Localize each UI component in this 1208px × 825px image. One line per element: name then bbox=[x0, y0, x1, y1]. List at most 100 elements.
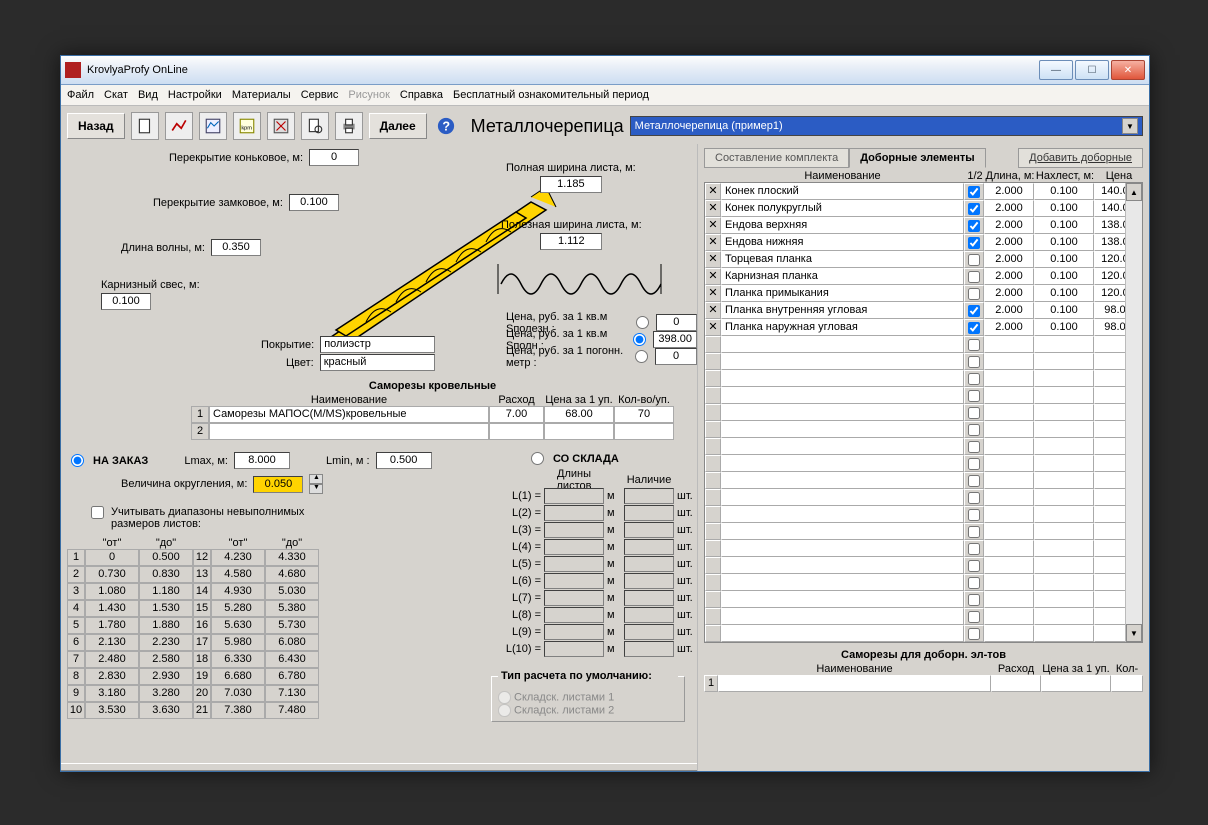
delete-row-icon[interactable]: ✕ bbox=[705, 268, 721, 285]
samorez-price[interactable] bbox=[544, 423, 614, 440]
stock-qty-field[interactable] bbox=[624, 590, 674, 606]
addon-over[interactable]: 0.100 bbox=[1034, 183, 1094, 200]
addon-half-check[interactable] bbox=[964, 200, 984, 217]
stock-qty-field[interactable] bbox=[624, 607, 674, 623]
kpm-icon[interactable]: kpm bbox=[233, 112, 261, 140]
addon-len[interactable]: 2.000 bbox=[984, 200, 1034, 217]
samorez-qty[interactable] bbox=[614, 423, 674, 440]
ridge-overlap-field[interactable]: 0 bbox=[309, 149, 359, 166]
stock-len-field[interactable] bbox=[544, 488, 604, 504]
addon-over[interactable]: 0.100 bbox=[1034, 319, 1094, 336]
addon-name[interactable]: Конек полукруглый bbox=[721, 200, 964, 217]
addon-half-check[interactable] bbox=[964, 285, 984, 302]
menu-materials[interactable]: Материалы bbox=[232, 89, 291, 101]
price-useful-field[interactable]: 0 bbox=[656, 314, 697, 331]
addon-half-check[interactable] bbox=[964, 183, 984, 200]
addon-half-check[interactable] bbox=[964, 268, 984, 285]
stock-qty-field[interactable] bbox=[624, 505, 674, 521]
addon-half-check[interactable] bbox=[964, 302, 984, 319]
addon-name[interactable]: Ендова нижняя bbox=[721, 234, 964, 251]
price-full-field[interactable]: 398.00 bbox=[653, 331, 697, 348]
addon-len[interactable]: 2.000 bbox=[984, 217, 1034, 234]
chart-icon[interactable] bbox=[165, 112, 193, 140]
preview-icon[interactable] bbox=[301, 112, 329, 140]
color-field[interactable]: красный bbox=[320, 354, 435, 371]
delete-row-icon[interactable]: ✕ bbox=[705, 319, 721, 336]
chevron-down-icon[interactable]: ▼ bbox=[1122, 118, 1138, 134]
menu-trial[interactable]: Бесплатный ознакомительный период bbox=[453, 89, 649, 101]
stock-radio[interactable] bbox=[531, 452, 544, 465]
back-button[interactable]: Назад bbox=[67, 113, 125, 139]
addon-len[interactable]: 2.000 bbox=[984, 234, 1034, 251]
useful-width-field[interactable]: 1.112 bbox=[540, 233, 602, 250]
price-useful-radio[interactable] bbox=[636, 316, 649, 329]
addon-len[interactable]: 2.000 bbox=[984, 183, 1034, 200]
addon-name[interactable]: Планка примыкания bbox=[721, 285, 964, 302]
round-spinner[interactable]: ▲▼ bbox=[309, 474, 323, 494]
stock-len-field[interactable] bbox=[544, 539, 604, 555]
addon-over[interactable]: 0.100 bbox=[1034, 285, 1094, 302]
menu-file[interactable]: Файл bbox=[67, 89, 94, 101]
addon-over[interactable]: 0.100 bbox=[1034, 251, 1094, 268]
menu-view[interactable]: Вид bbox=[138, 89, 158, 101]
stock-qty-field[interactable] bbox=[624, 641, 674, 657]
addon-over[interactable]: 0.100 bbox=[1034, 234, 1094, 251]
order-radio[interactable] bbox=[71, 454, 84, 467]
lmax-field[interactable]: 8.000 bbox=[234, 452, 290, 469]
addon-over[interactable]: 0.100 bbox=[1034, 302, 1094, 319]
addon-half-check[interactable] bbox=[964, 251, 984, 268]
eave-field[interactable]: 0.100 bbox=[101, 293, 151, 310]
menu-help[interactable]: Справка bbox=[400, 89, 443, 101]
tab-kit[interactable]: Составление комплекта bbox=[704, 148, 849, 168]
samorez-price[interactable]: 68.00 bbox=[544, 406, 614, 423]
close-button[interactable]: ✕ bbox=[1111, 60, 1145, 80]
price-linear-radio[interactable] bbox=[635, 350, 648, 363]
new-icon[interactable] bbox=[131, 112, 159, 140]
addon-name[interactable]: Ендова верхняя bbox=[721, 217, 964, 234]
stock-len-field[interactable] bbox=[544, 505, 604, 521]
help-icon[interactable]: ? bbox=[433, 113, 459, 139]
samorez-rate[interactable] bbox=[489, 423, 544, 440]
samorez-qty[interactable]: 70 bbox=[614, 406, 674, 423]
delete-row-icon[interactable]: ✕ bbox=[705, 200, 721, 217]
stock-len-field[interactable] bbox=[544, 522, 604, 538]
print-icon[interactable] bbox=[335, 112, 363, 140]
delete-row-icon[interactable]: ✕ bbox=[705, 183, 721, 200]
samorez-name[interactable]: Саморезы МАПОС(M/MS)кровельные bbox=[209, 406, 489, 423]
stock-len-field[interactable] bbox=[544, 556, 604, 572]
addon-name[interactable]: Торцевая планка bbox=[721, 251, 964, 268]
samorez-name[interactable] bbox=[209, 423, 489, 440]
addon-len[interactable]: 2.000 bbox=[984, 251, 1034, 268]
delete-row-icon[interactable]: ✕ bbox=[705, 217, 721, 234]
addon-half-check[interactable] bbox=[964, 319, 984, 336]
delete-row-icon[interactable]: ✕ bbox=[705, 234, 721, 251]
stock-len-field[interactable] bbox=[544, 590, 604, 606]
stock-len-field[interactable] bbox=[544, 573, 604, 589]
delete-row-icon[interactable]: ✕ bbox=[705, 285, 721, 302]
stock-len-field[interactable] bbox=[544, 607, 604, 623]
addon-over[interactable]: 0.100 bbox=[1034, 268, 1094, 285]
graph-icon[interactable] bbox=[199, 112, 227, 140]
stock-qty-field[interactable] bbox=[624, 539, 674, 555]
delete-icon[interactable] bbox=[267, 112, 295, 140]
addon-half-check[interactable] bbox=[964, 234, 984, 251]
stock-len-field[interactable] bbox=[544, 624, 604, 640]
full-width-field[interactable]: 1.185 bbox=[540, 176, 602, 193]
splitter[interactable] bbox=[61, 763, 697, 771]
addon-len[interactable]: 2.000 bbox=[984, 285, 1034, 302]
round-field[interactable]: 0.050 bbox=[253, 476, 303, 493]
addon-name[interactable]: Планка внутренняя угловая bbox=[721, 302, 964, 319]
lock-overlap-field[interactable]: 0.100 bbox=[289, 194, 339, 211]
delete-row-icon[interactable]: ✕ bbox=[705, 302, 721, 319]
add-additional-button[interactable]: Добавить доборные bbox=[1018, 148, 1143, 168]
material-combo[interactable]: Металлочерепица (пример1)▼ bbox=[630, 116, 1143, 136]
stock-qty-field[interactable] bbox=[624, 573, 674, 589]
stock-len-field[interactable] bbox=[544, 641, 604, 657]
addon-len[interactable]: 2.000 bbox=[984, 268, 1034, 285]
addon-name[interactable]: Конек плоский bbox=[721, 183, 964, 200]
addon-half-check[interactable] bbox=[964, 217, 984, 234]
stock-qty-field[interactable] bbox=[624, 488, 674, 504]
menu-picture[interactable]: Рисунок bbox=[348, 89, 390, 101]
stock-qty-field[interactable] bbox=[624, 522, 674, 538]
addon-over[interactable]: 0.100 bbox=[1034, 200, 1094, 217]
